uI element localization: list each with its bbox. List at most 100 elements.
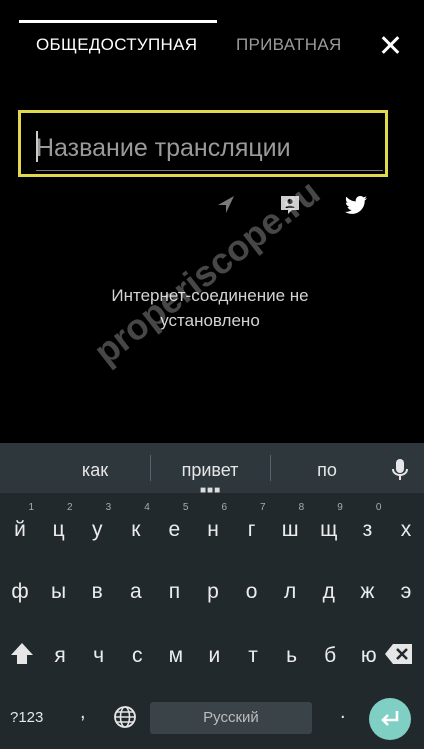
key-hint: 3 (105, 502, 112, 513)
key[interactable]: ц2 (41, 502, 77, 555)
key-label: ш (281, 518, 299, 541)
key-label: ь (286, 644, 298, 667)
key-label: в (91, 580, 103, 603)
key[interactable]: я (42, 631, 78, 681)
key-hint: 6 (221, 502, 227, 513)
backspace-icon[interactable] (384, 643, 414, 665)
tab-private[interactable]: ПРИВАТНАЯ (236, 35, 342, 55)
suggestion-divider (150, 455, 151, 481)
key-label: т (248, 644, 258, 667)
key[interactable]: х (388, 505, 424, 555)
key[interactable]: б (312, 631, 348, 681)
key[interactable]: е5 (156, 502, 192, 555)
key-label: д (322, 580, 335, 603)
key[interactable]: ы (41, 567, 77, 617)
tab-public[interactable]: ОБЩЕДОСТУПНАЯ (36, 35, 197, 55)
microphone-icon[interactable] (391, 458, 409, 482)
key[interactable]: ж (349, 567, 385, 617)
key-label: у (91, 518, 103, 541)
key[interactable]: о (234, 567, 270, 617)
enter-button[interactable] (369, 698, 411, 740)
key-label: а (129, 580, 142, 603)
key[interactable]: щ9 (311, 502, 347, 555)
key[interactable]: ю (351, 631, 387, 681)
key-hint: 4 (144, 502, 150, 513)
twitter-icon[interactable] (344, 193, 368, 217)
symbols-key[interactable]: ?123 (10, 709, 43, 726)
key-label: х (400, 518, 412, 541)
key[interactable]: с (119, 631, 155, 681)
globe-icon[interactable] (113, 705, 137, 729)
key[interactable]: т (235, 631, 271, 681)
soft-keyboard: как привет по ■■■ й1ц2у3к4е5н6г7ш8щ9з0хф… (0, 443, 424, 749)
suggestion-3[interactable]: по (287, 460, 367, 481)
key-label: н (207, 518, 219, 541)
key-label: ч (93, 644, 105, 667)
key-label: р (207, 580, 219, 603)
text-cursor (36, 131, 38, 162)
suggestion-divider (270, 455, 271, 481)
key-hint: 1 (28, 502, 34, 513)
comma-key[interactable]: , (80, 701, 86, 724)
key-hint: 9 (337, 502, 343, 513)
close-icon[interactable] (378, 33, 402, 57)
key[interactable]: л (272, 567, 308, 617)
suggestion-bar: как привет по ■■■ (0, 443, 424, 496)
key[interactable]: в (79, 567, 115, 617)
active-tab-indicator (19, 20, 217, 23)
key-label: ж (360, 580, 375, 603)
key-label: к (131, 518, 141, 541)
key[interactable]: п (156, 567, 192, 617)
key-label: й (14, 518, 26, 541)
key[interactable]: з0 (349, 502, 385, 555)
key[interactable]: г7 (234, 502, 270, 555)
key[interactable]: д (311, 567, 347, 617)
key-label: п (168, 580, 181, 603)
key[interactable]: ш8 (272, 502, 308, 555)
key[interactable]: ф (2, 567, 38, 617)
chat-icon[interactable] (278, 193, 302, 217)
key[interactable]: к4 (118, 502, 154, 555)
key-label: ц (52, 518, 65, 541)
key-hint: 8 (298, 502, 305, 513)
key[interactable]: а (118, 567, 154, 617)
key-label: и (208, 644, 221, 667)
key[interactable]: н6 (195, 502, 231, 555)
suggestion-1[interactable]: как (55, 460, 135, 481)
key[interactable]: ь (274, 631, 310, 681)
connection-error-message: Интернет-соединение не установлено (111, 286, 309, 330)
key-hint: 7 (260, 502, 266, 513)
key[interactable]: э (388, 567, 424, 617)
key-hint: 2 (67, 502, 73, 513)
key-label: щ (320, 518, 338, 541)
key-label: г (247, 518, 256, 541)
space-key[interactable]: Русский (150, 702, 312, 734)
key-hint: 0 (375, 502, 382, 513)
key[interactable]: м (158, 631, 194, 681)
key[interactable]: у3 (79, 502, 115, 555)
key-label: ф (11, 580, 29, 603)
key-label: з (362, 518, 373, 541)
more-suggestions-icon[interactable]: ■■■ (200, 485, 221, 496)
key[interactable]: и (196, 631, 232, 681)
location-icon[interactable] (214, 193, 238, 217)
key[interactable]: р (195, 567, 231, 617)
key-label: о (245, 580, 258, 603)
key[interactable]: ч (81, 631, 117, 681)
broadcast-title-input[interactable] (36, 128, 386, 168)
key-hint: 5 (182, 502, 189, 513)
shift-icon[interactable] (8, 640, 36, 668)
key[interactable]: й1 (2, 502, 38, 555)
enter-icon (381, 711, 399, 726)
suggestion-2[interactable]: привет (160, 460, 260, 481)
tab-bar: ОБЩЕДОСТУПНАЯ ПРИВАТНАЯ (0, 0, 424, 75)
key-label: ю (360, 644, 377, 667)
key-label: л (284, 580, 297, 603)
key-label: е (168, 518, 181, 541)
key-label: м (168, 644, 184, 667)
input-underline (36, 170, 383, 171)
key-label: э (400, 580, 412, 603)
key-label: с (131, 644, 143, 667)
period-key[interactable]: . (340, 701, 346, 724)
key-label: я (54, 644, 66, 667)
